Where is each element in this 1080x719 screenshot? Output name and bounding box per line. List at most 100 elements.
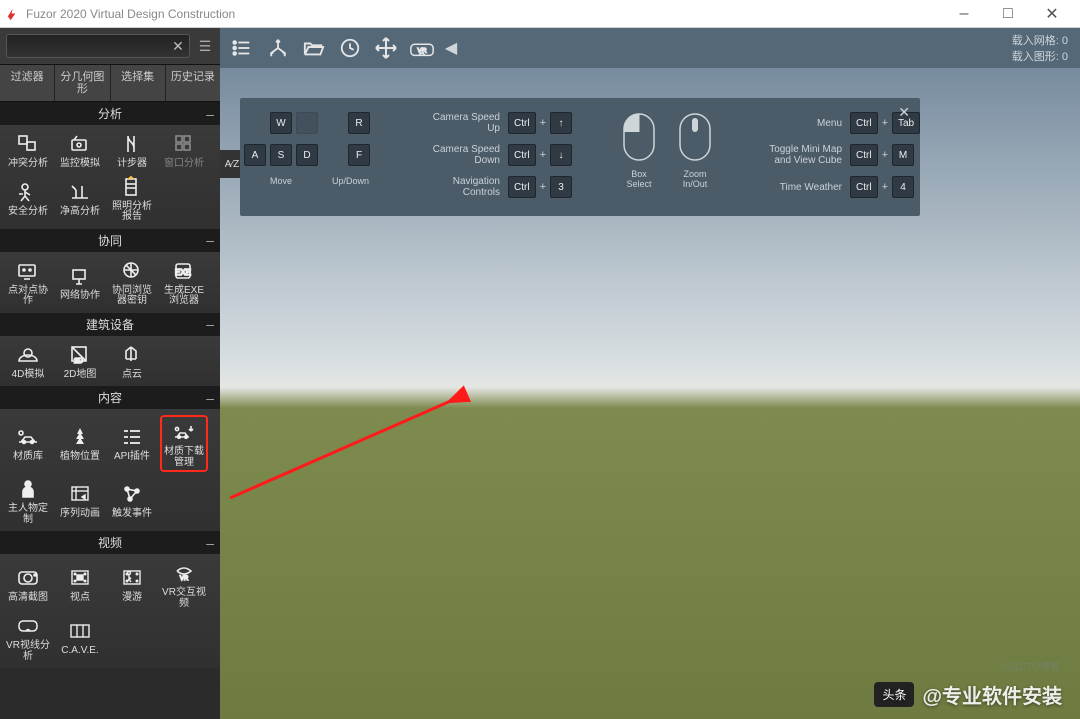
tool-button[interactable]: 视点 [56,560,104,609]
tool-button[interactable]: 序列动画 [56,476,104,525]
tool-label: 网络协作 [60,291,100,302]
wasd-label: Move [270,176,292,186]
collapse-icon[interactable]: – [206,232,214,248]
axis-icon[interactable] [264,34,292,62]
tool-button[interactable]: 植物位置 [56,415,104,472]
tool-button[interactable]: 安全分析 [4,174,52,223]
clear-search-icon[interactable]: ✕ [167,38,189,55]
tool-icon [118,174,146,200]
tool-button[interactable]: 4D模拟 [4,342,52,381]
key: 3 [550,176,572,198]
collapse-icon[interactable]: – [206,535,214,551]
chevron-left-icon[interactable]: ◀ [444,34,458,62]
watermark: 头条 @专业软件安装 [874,680,1062,709]
clock-icon[interactable] [336,34,364,62]
tool-button[interactable]: 材质下载 管理 [160,415,208,472]
tool-button[interactable]: 点云 [108,342,156,381]
tool-label: 主人物定 制 [8,504,48,525]
top-toolbar: VR ◀ 载入网格: 0 载入图形: 0 [220,28,1080,68]
tool-label: 监控模拟 [60,159,100,170]
key-f: F [348,144,370,166]
tool-button[interactable]: 计步器 [108,131,156,170]
tool-button[interactable]: 网络协作 [56,258,104,307]
tool-button[interactable]: 漫游 [108,560,156,609]
tool-label: 触发事件 [112,509,152,520]
svg-text:2D: 2D [74,358,83,365]
key-r: R [348,112,370,134]
tool-label: 视点 [70,593,90,604]
viewport-3d[interactable]: VR ◀ 载入网格: 0 载入图形: 0 A⁄Z ✕ W R A [220,28,1080,719]
tool-button[interactable]: 高清截图 [4,560,52,609]
minimize-button[interactable]: – [942,0,986,28]
tool-button[interactable]: 净高分析 [56,174,104,223]
key-s: S [270,144,292,166]
grid-status: 载入网格: 0 [1012,32,1068,48]
section-header[interactable]: 内容– [0,386,220,409]
tab-filter[interactable]: 过滤器 [0,65,55,101]
svg-text:EXE: EXE [175,268,191,277]
tool-button[interactable]: EXE生成EXE 浏览器 [160,258,208,307]
tool-icon [118,424,146,450]
tool-icon [14,179,42,205]
mouse-scroll-icon [678,112,712,162]
tool-icon [118,481,146,507]
tool-icon [118,565,146,591]
tool-label: 安全分析 [8,207,48,218]
tool-label: API插件 [114,452,150,463]
vr-icon[interactable]: VR [408,34,436,62]
shortcut-row: Time WeatherCtrl+4 [762,176,920,198]
key: Ctrl [508,144,536,166]
tool-button[interactable]: VRVR交互视 频 [160,560,208,609]
tool-button[interactable]: 材质库 [4,415,52,472]
key-w: W [270,112,292,134]
tool-grid: 4D模拟 2D2D地图点云 [0,336,220,387]
maximize-button[interactable]: □ [986,0,1030,28]
tool-button[interactable]: 主人物定 制 [4,476,52,525]
tool-button[interactable]: 协同浏览 器密钥 [108,258,156,307]
tool-button[interactable]: 触发事件 [108,476,156,525]
collapse-icon[interactable]: – [206,316,214,332]
tool-label: 4D模拟 [12,370,45,381]
collapse-icon[interactable]: – [206,106,214,122]
tool-icon: VR [170,560,198,586]
key: Ctrl [850,144,878,166]
close-help-icon[interactable]: ✕ [898,104,910,121]
tool-icon [66,179,94,205]
section-header[interactable]: 协同– [0,229,220,252]
menu-icon[interactable]: ☰ [196,38,214,55]
tool-icon [14,258,42,284]
collapse-icon[interactable]: – [206,390,214,406]
tool-button[interactable]: 冲突分析 [4,131,52,170]
tool-label: 净高分析 [60,207,100,218]
tool-label: 窗口分析 [164,159,204,170]
tool-button[interactable]: 2D2D地图 [56,342,104,381]
tab-selection-set[interactable]: 选择集 [111,65,166,101]
list-icon[interactable] [228,34,256,62]
tool-label: 植物位置 [60,452,100,463]
tool-grid: 材质库植物位置 API插件材质下载 管理主人物定 制序列动画触发事件 [0,409,220,531]
section-header[interactable]: 视频– [0,531,220,554]
tool-label: 点对点协 作 [8,286,48,307]
tool-label: 高清截图 [8,593,48,604]
section-header[interactable]: 建筑设备– [0,313,220,336]
tool-button[interactable]: 点对点协 作 [4,258,52,307]
close-button[interactable]: ✕ [1030,0,1074,28]
tool-button[interactable]: API插件 [108,415,156,472]
move-arrows-icon[interactable] [372,34,400,62]
tool-button[interactable]: C.A.V.E. [56,613,104,662]
section-header[interactable]: 分析– [0,102,220,125]
tool-icon [118,258,146,284]
tool-button[interactable]: 窗口分析 [160,131,208,170]
tool-icon [66,565,94,591]
tool-button[interactable]: VR视线分 析 [4,613,52,662]
titlebar: Fuzor 2020 Virtual Design Construction –… [0,0,1080,28]
tool-button[interactable]: 照明分析 报告 [108,174,156,223]
tab-history[interactable]: 历史记录 [166,65,220,101]
search-input[interactable] [7,40,167,52]
key: Ctrl [508,176,536,198]
tool-icon [118,342,146,368]
search-box[interactable]: ✕ [6,34,190,58]
tool-button[interactable]: 监控模拟 [56,131,104,170]
open-folder-icon[interactable] [300,34,328,62]
tab-geometry[interactable]: 分几何图 形 [55,65,110,101]
